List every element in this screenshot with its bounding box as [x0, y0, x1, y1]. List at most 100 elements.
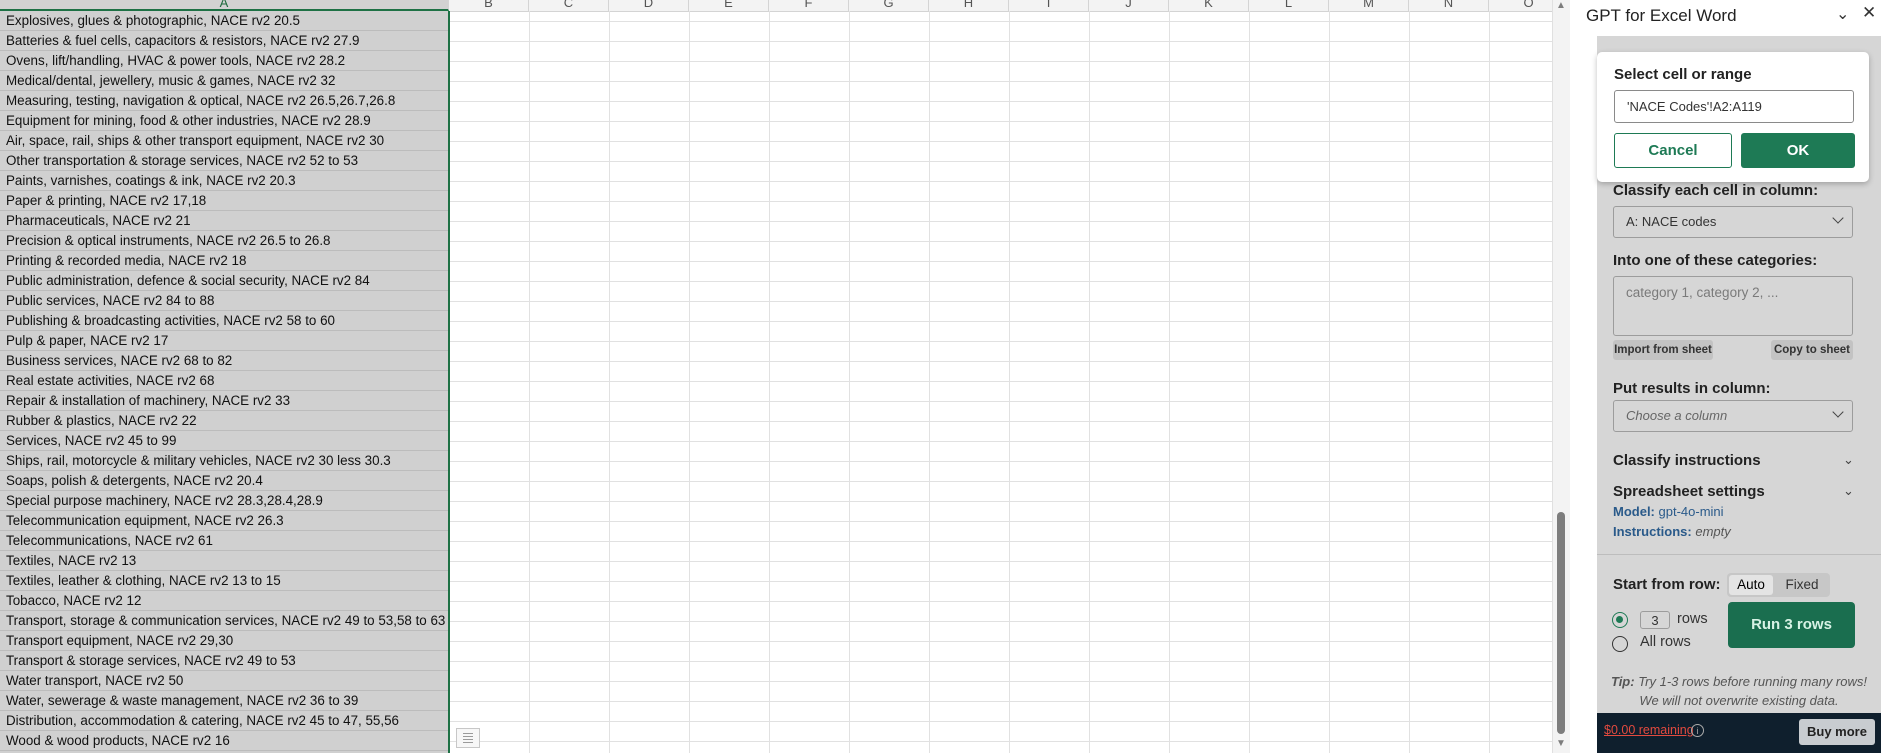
cell-a[interactable]: Explosives, glues & photographic, NACE r…: [0, 11, 448, 31]
cell-a[interactable]: Telecommunications, NACE rv2 61: [0, 531, 448, 551]
cell-a[interactable]: Services, NACE rv2 45 to 99: [0, 431, 448, 451]
cell-a[interactable]: Public administration, defence & social …: [0, 271, 448, 291]
chevron-down-icon[interactable]: ⌄: [1843, 483, 1854, 499]
cell-a[interactable]: Ovens, lift/handling, HVAC & power tools…: [0, 51, 448, 71]
column-header-d[interactable]: D: [609, 0, 689, 11]
all-rows-label: All rows: [1640, 634, 1691, 650]
select-range-dialog: Select cell or range 'NACE Codes'!A2:A11…: [1597, 52, 1869, 182]
rows-label: rows: [1677, 611, 1708, 627]
cell-a[interactable]: Batteries & fuel cells, capacitors & res…: [0, 31, 448, 51]
cell-a[interactable]: Wood & wood products, NACE rv2 16: [0, 731, 448, 751]
column-header-e[interactable]: E: [689, 0, 769, 11]
vertical-scrollbar[interactable]: ▲ ▼: [1552, 0, 1570, 753]
copy-to-sheet-button[interactable]: Copy to sheet: [1771, 340, 1853, 360]
rows-count-input[interactable]: 3: [1640, 611, 1670, 629]
column-header-i[interactable]: I: [1009, 0, 1089, 11]
divider: [1597, 554, 1881, 555]
cell-a[interactable]: Water, sewerage & waste management, NACE…: [0, 691, 448, 711]
column-header-f[interactable]: F: [769, 0, 849, 11]
cell-a[interactable]: Other transportation & storage services,…: [0, 151, 448, 171]
column-header-c[interactable]: C: [529, 0, 609, 11]
cell-a[interactable]: Equipment for mining, food & other indus…: [0, 111, 448, 131]
dialog-label: Select cell or range: [1614, 66, 1752, 83]
classify-column-select[interactable]: A: NACE codes: [1613, 206, 1853, 238]
pane-title: GPT for Excel Word: [1586, 6, 1737, 25]
start-row-label: Start from row:: [1613, 576, 1721, 593]
column-header-h[interactable]: H: [929, 0, 1009, 11]
credit-remaining[interactable]: $0.00 remaining: [1604, 723, 1694, 737]
run-button[interactable]: Run 3 rows: [1728, 602, 1855, 648]
chevron-down-icon: [1832, 212, 1844, 224]
cell-a[interactable]: Air, space, rail, ships & other transpor…: [0, 131, 448, 151]
model-row[interactable]: Model: gpt-4o-mini: [1613, 504, 1724, 519]
cell-a[interactable]: Ships, rail, motorcycle & military vehic…: [0, 451, 448, 471]
fixed-option[interactable]: Fixed: [1777, 573, 1827, 597]
start-row-toggle[interactable]: Auto Fixed: [1727, 573, 1830, 597]
results-column-label: Put results in column:: [1613, 380, 1771, 397]
cell-a[interactable]: Real estate activities, NACE rv2 68: [0, 371, 448, 391]
cell-a[interactable]: Paints, varnishes, coatings & ink, NACE …: [0, 171, 448, 191]
tip-line1: Try 1-3 rows before running many rows!: [1638, 674, 1867, 689]
buy-more-button[interactable]: Buy more: [1799, 719, 1875, 745]
classify-instructions-toggle[interactable]: Classify instructions: [1613, 452, 1761, 469]
all-rows-radio[interactable]: [1612, 636, 1628, 652]
cell-a[interactable]: Soaps, polish & detergents, NACE rv2 20.…: [0, 471, 448, 491]
cell-a[interactable]: Transport equipment, NACE rv2 29,30: [0, 631, 448, 651]
cell-a[interactable]: Medical/dental, jewellery, music & games…: [0, 71, 448, 91]
cell-a[interactable]: Precision & optical instruments, NACE rv…: [0, 231, 448, 251]
cell-a[interactable]: Pharmaceuticals, NACE rv2 21: [0, 211, 448, 231]
model-value[interactable]: gpt-4o-mini: [1659, 504, 1724, 519]
categories-textarea[interactable]: category 1, category 2, ...: [1613, 276, 1853, 336]
column-header-m[interactable]: M: [1329, 0, 1409, 11]
scrollbar-thumb[interactable]: [1557, 512, 1565, 734]
column-header-b[interactable]: B: [449, 0, 529, 11]
cell-a[interactable]: Publishing & broadcasting activities, NA…: [0, 311, 448, 331]
cell-a[interactable]: Business services, NACE rv2 68 to 82: [0, 351, 448, 371]
cell-a[interactable]: Distribution, accommodation & catering, …: [0, 711, 448, 731]
rows-count-radio[interactable]: [1612, 612, 1628, 628]
instructions-value: empty: [1695, 524, 1731, 539]
column-header-g[interactable]: G: [849, 0, 929, 11]
results-column-select[interactable]: Choose a column: [1613, 400, 1853, 432]
cell-a[interactable]: Paper & printing, NACE rv2 17,18: [0, 191, 448, 211]
instructions-row[interactable]: Instructions: empty: [1613, 524, 1731, 539]
close-icon[interactable]: ✕: [1862, 3, 1876, 23]
import-from-sheet-button[interactable]: Import from sheet: [1613, 340, 1713, 360]
cell-a[interactable]: Repair & installation of machinery, NACE…: [0, 391, 448, 411]
column-header-l[interactable]: L: [1249, 0, 1329, 11]
scroll-up-icon[interactable]: ▲: [1556, 0, 1566, 11]
cell-a[interactable]: Rubber & plastics, NACE rv2 22: [0, 411, 448, 431]
chevron-down-icon[interactable]: ⌄: [1836, 4, 1849, 24]
column-header-j[interactable]: J: [1089, 0, 1169, 11]
cell-a[interactable]: Water transport, NACE rv2 50: [0, 671, 448, 691]
chevron-down-icon: [1832, 406, 1844, 418]
ok-button[interactable]: OK: [1741, 133, 1855, 168]
cell-a[interactable]: Pulp & paper, NACE rv2 17: [0, 331, 448, 351]
range-input[interactable]: 'NACE Codes'!A2:A119: [1614, 90, 1854, 123]
cell-a[interactable]: Textiles, leather & clothing, NACE rv2 1…: [0, 571, 448, 591]
cell-a[interactable]: Printing & recorded media, NACE rv2 18: [0, 251, 448, 271]
instructions-key: Instructions:: [1613, 524, 1692, 539]
cell-a[interactable]: Transport & storage services, NACE rv2 4…: [0, 651, 448, 671]
cell-a[interactable]: Measuring, testing, navigation & optical…: [0, 91, 448, 111]
classify-column-label: Classify each cell in column:: [1613, 182, 1819, 199]
cell-a[interactable]: Public services, NACE rv2 84 to 88: [0, 291, 448, 311]
scroll-down-icon[interactable]: ▼: [1556, 738, 1566, 749]
cell-a[interactable]: Special purpose machinery, NACE rv2 28.3…: [0, 491, 448, 511]
cell-a[interactable]: Telecommunication equipment, NACE rv2 26…: [0, 511, 448, 531]
chevron-down-icon[interactable]: ⌄: [1843, 452, 1854, 468]
cancel-button[interactable]: Cancel: [1614, 133, 1732, 168]
paste-options-icon[interactable]: [456, 728, 480, 748]
column-header-o[interactable]: O: [1489, 0, 1552, 11]
cell-a[interactable]: Textiles, NACE rv2 13: [0, 551, 448, 571]
column-a-selected[interactable]: Explosives, glues & photographic, NACE r…: [0, 11, 450, 753]
spreadsheet[interactable]: ABCDEFGHIJKLMNO Explosives, glues & phot…: [0, 0, 1552, 753]
column-header-a[interactable]: A: [0, 0, 449, 11]
info-icon[interactable]: i: [1691, 724, 1704, 737]
cell-a[interactable]: Transport, storage & communication servi…: [0, 611, 448, 631]
column-header-n[interactable]: N: [1409, 0, 1489, 11]
cell-a[interactable]: Tobacco, NACE rv2 12: [0, 591, 448, 611]
spreadsheet-settings-toggle[interactable]: Spreadsheet settings: [1613, 483, 1765, 500]
auto-option[interactable]: Auto: [1729, 575, 1773, 595]
column-header-k[interactable]: K: [1169, 0, 1249, 11]
